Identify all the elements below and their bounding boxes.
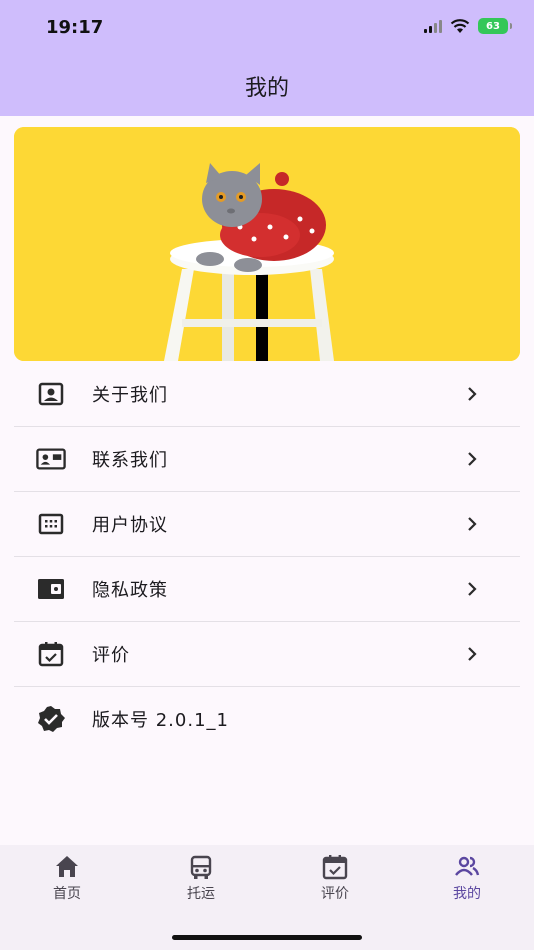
home-indicator: [172, 935, 362, 940]
wallet-icon: [36, 574, 66, 604]
dialpad-grid-icon: [36, 509, 66, 539]
menu-item-terms[interactable]: 用户协议: [14, 492, 520, 557]
menu-item-about[interactable]: 关于我们: [14, 362, 520, 427]
wifi-icon: [450, 19, 470, 33]
menu-item-label: 用户协议: [92, 515, 168, 536]
app-bar: 我的: [0, 56, 534, 116]
status-icons: 63: [424, 18, 512, 34]
status-bar: 19:17 63: [0, 0, 534, 56]
menu-item-version: 版本号 2.0.1_1: [14, 687, 520, 751]
menu-item-label: 联系我们: [92, 450, 168, 471]
nav-tab-rating[interactable]: 评价: [268, 853, 402, 903]
menu-item-label: 隐私政策: [92, 580, 168, 601]
chevron-right-icon: [468, 517, 477, 531]
battery-level: 63: [486, 20, 500, 32]
signal-icon: [424, 19, 442, 33]
car-icon: [190, 855, 212, 879]
banner-image: [14, 127, 520, 361]
home-icon: [56, 856, 78, 877]
contact-mail-icon: [36, 444, 66, 474]
menu-item-label: 评价: [92, 645, 130, 666]
nav-tab-home[interactable]: 首页: [0, 853, 134, 903]
settings-menu: 关于我们 联系我们 用户协议 隐私政策 评价 版本号 2.0.1_1: [14, 362, 520, 751]
nav-label: 首页: [53, 886, 81, 902]
chevron-right-icon: [468, 647, 477, 661]
nav-tab-shipping[interactable]: 托运: [134, 853, 268, 903]
nav-tab-mine[interactable]: 我的: [400, 853, 534, 903]
account-box-icon: [36, 379, 66, 409]
menu-item-rating[interactable]: 评价: [14, 622, 520, 687]
page-title: 我的: [244, 76, 289, 101]
verified-badge-icon: [36, 704, 66, 734]
menu-item-privacy[interactable]: 隐私政策: [14, 557, 520, 622]
status-time: 19:17: [46, 17, 104, 38]
chevron-right-icon: [468, 582, 477, 596]
nav-label: 评价: [321, 886, 349, 902]
calendar-check-icon: [322, 855, 348, 880]
chevron-right-icon: [468, 387, 477, 401]
nav-label: 托运: [187, 886, 215, 902]
calendar-check-icon: [36, 639, 66, 669]
cat-illustration: [14, 127, 520, 361]
battery-icon: 63: [478, 18, 512, 34]
menu-item-label: 关于我们: [92, 385, 168, 406]
menu-item-contact[interactable]: 联系我们: [14, 427, 520, 492]
nav-label: 我的: [453, 886, 481, 902]
version-label: 版本号 2.0.1_1: [92, 710, 229, 731]
chevron-right-icon: [468, 452, 477, 466]
people-icon: [455, 856, 480, 876]
